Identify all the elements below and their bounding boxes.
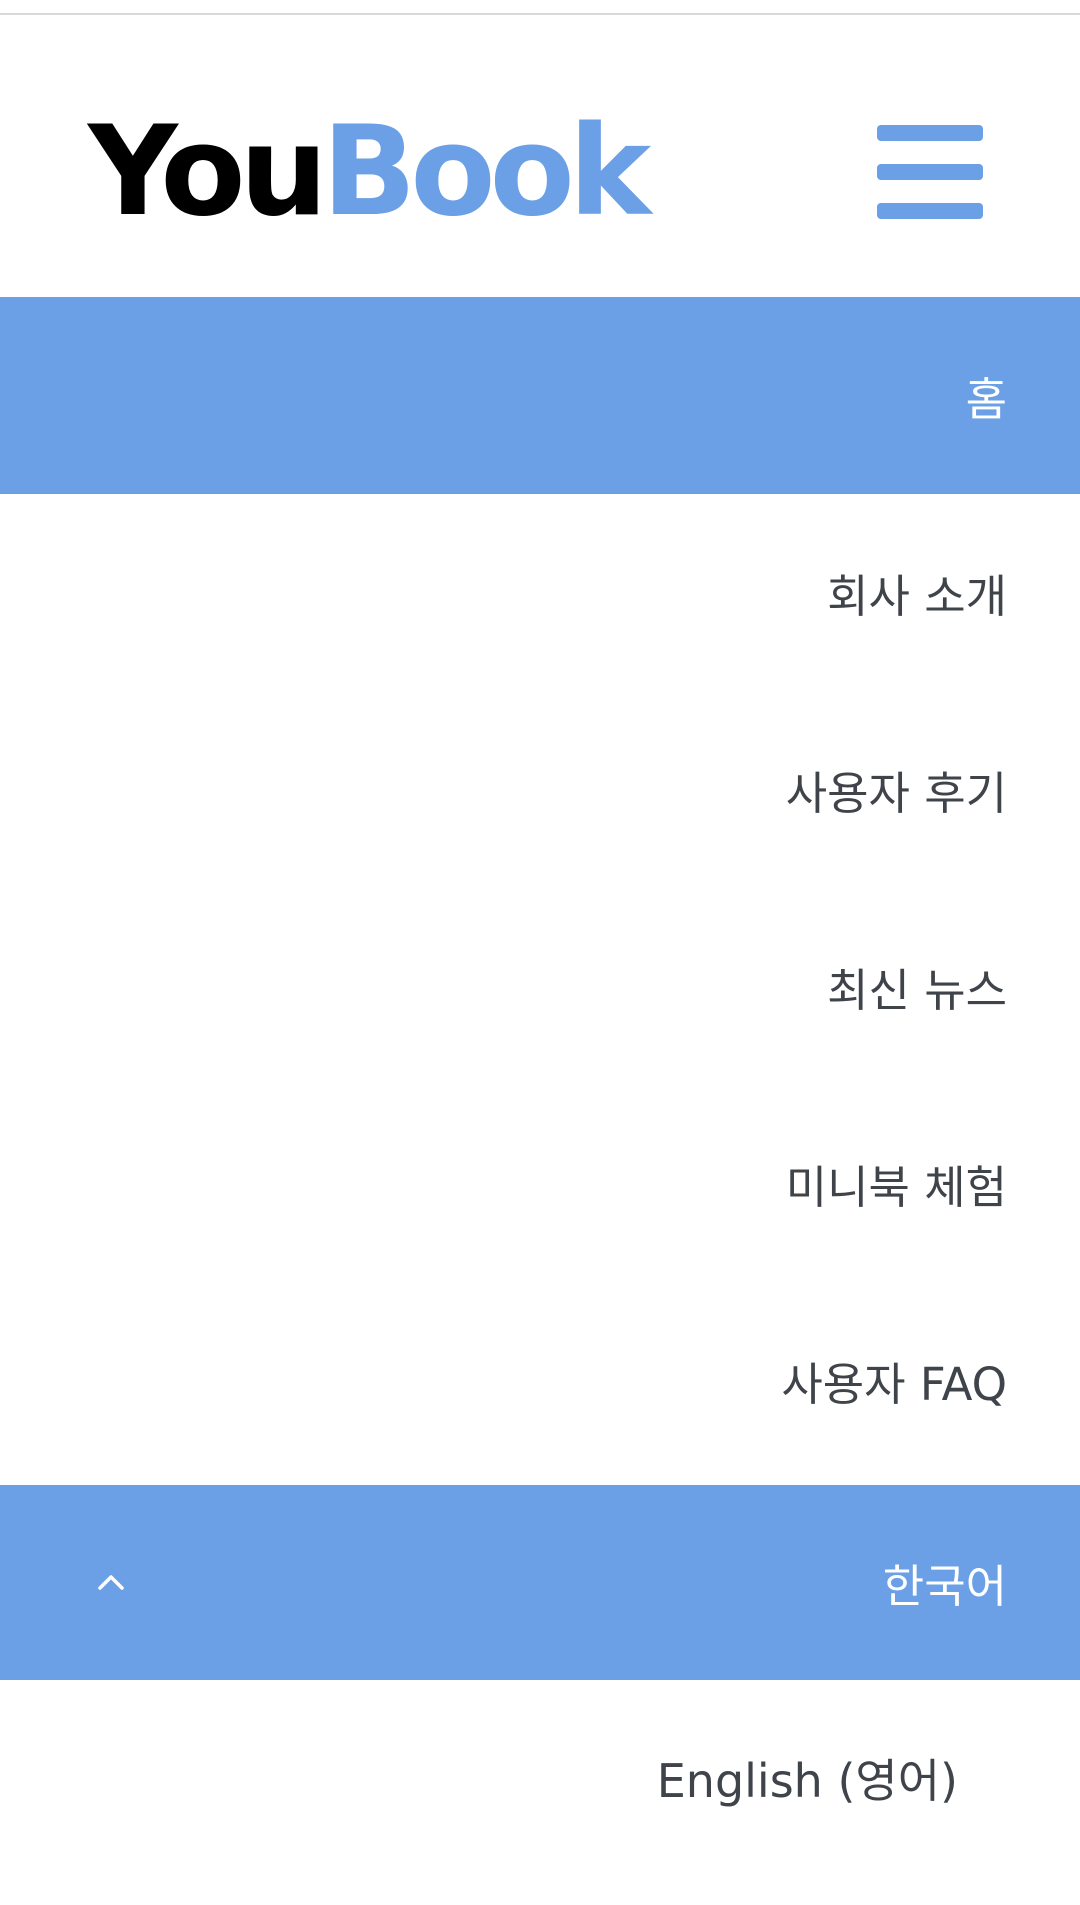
chevron-up-icon: [98, 1575, 124, 1590]
nav-item-faq[interactable]: 사용자 FAQ: [0, 1282, 1080, 1479]
language-option-label: English (영어): [656, 1753, 958, 1808]
language-selector[interactable]: 한국어: [0, 1485, 1080, 1680]
nav-item-news[interactable]: 최신 뉴스: [0, 888, 1080, 1085]
main-nav-menu: 홈 회사 소개 사용자 후기 최신 뉴스 미니북 체험 사용자 FAQ: [0, 297, 1080, 1479]
logo-text-you: You: [88, 100, 328, 244]
nav-item-reviews[interactable]: 사용자 후기: [0, 691, 1080, 888]
menu-bar-top: [877, 125, 983, 141]
nav-item-label: 미니북 체험: [785, 1161, 1007, 1214]
language-option-english[interactable]: English (영어): [0, 1680, 1080, 1875]
nav-item-minibook-trial[interactable]: 미니북 체험: [0, 1085, 1080, 1282]
nav-item-label: 회사 소개: [827, 570, 1007, 623]
logo-text-book: Book: [321, 100, 651, 244]
menu-bar-middle: [877, 164, 983, 180]
nav-item-about[interactable]: 회사 소개: [0, 494, 1080, 691]
current-language-label: 한국어: [882, 1560, 1007, 1613]
nav-item-label: 최신 뉴스: [827, 964, 1007, 1017]
nav-item-label: 사용자 FAQ: [781, 1358, 1007, 1411]
nav-item-label: 홈: [965, 373, 1007, 426]
nav-item-home[interactable]: 홈: [0, 297, 1080, 494]
hamburger-menu-icon[interactable]: [877, 125, 983, 219]
nav-item-label: 사용자 후기: [785, 767, 1007, 820]
youbook-logo[interactable]: You Book: [88, 100, 651, 244]
site-header: You Book: [0, 15, 1080, 297]
menu-bar-bottom: [877, 203, 983, 219]
